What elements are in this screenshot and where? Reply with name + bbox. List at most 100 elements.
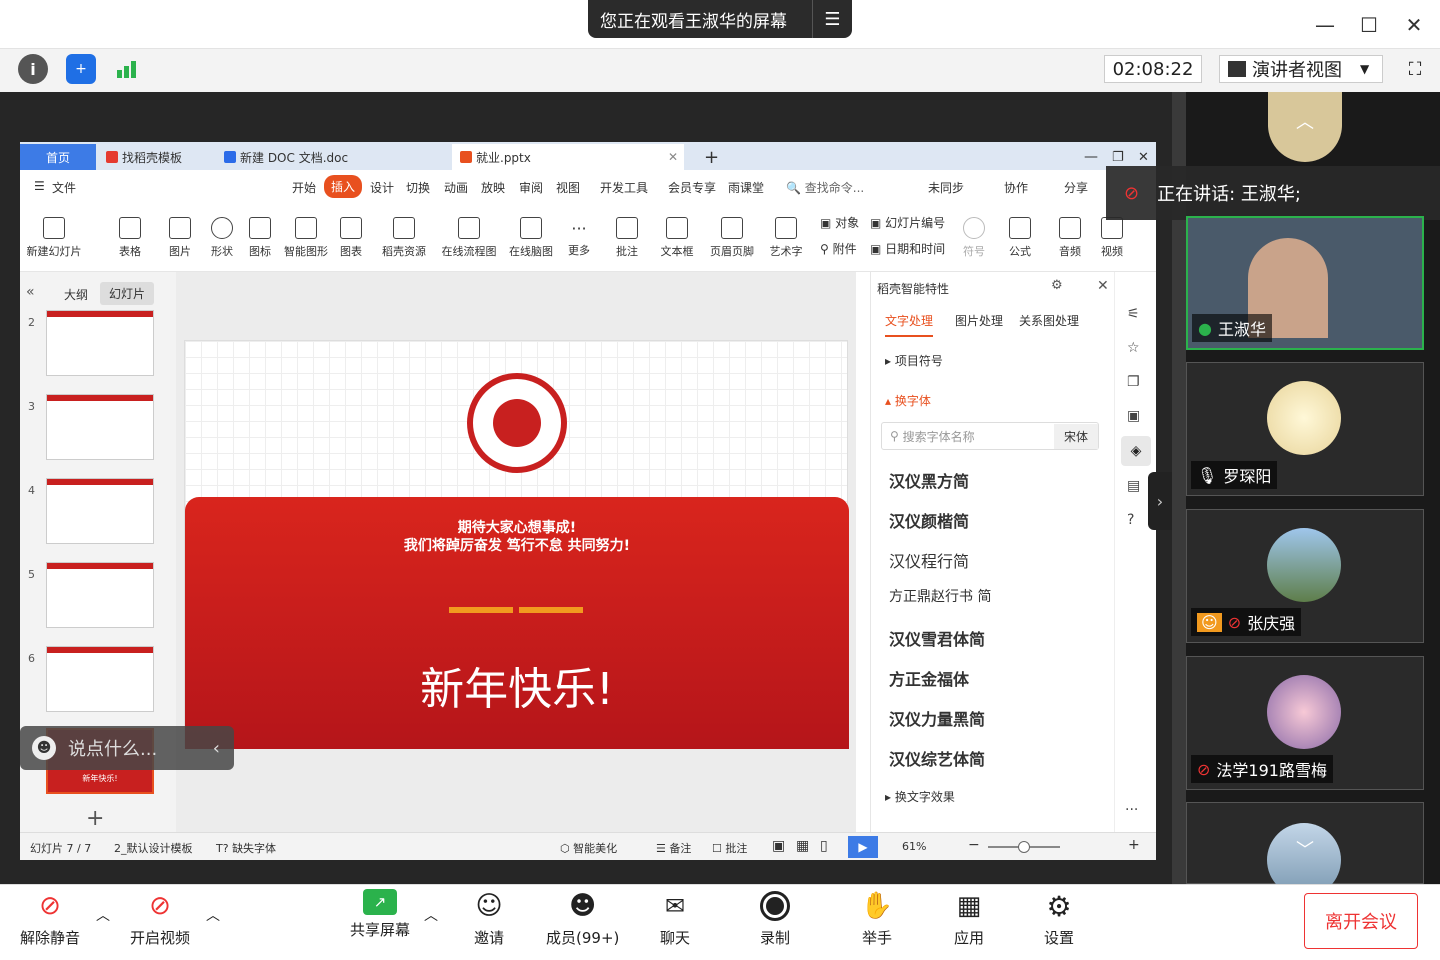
fullscreen-icon[interactable]: ⛶ xyxy=(1402,56,1428,82)
ribbon-object[interactable]: ▣ 对象 xyxy=(820,214,859,231)
chevron-up-icon[interactable]: ︿ xyxy=(424,905,438,925)
info-icon[interactable]: i xyxy=(18,54,48,84)
close-tab-icon[interactable]: ✕ xyxy=(668,150,678,164)
sync-status[interactable]: 未同步 xyxy=(928,179,964,196)
ribbon-formula[interactable]: 公式 xyxy=(998,204,1042,272)
zoom-level[interactable]: 61% xyxy=(902,840,926,853)
ribbon-comment[interactable]: 批注 xyxy=(602,204,652,272)
participant-tile[interactable]: ☺ ⊘ 张庆强 xyxy=(1186,509,1424,643)
raise-hand-button[interactable]: ✋ 举手 xyxy=(860,889,894,948)
chat-button[interactable]: ✉ 聊天 xyxy=(658,889,692,948)
share-screen-button[interactable]: ↗ 共享屏幕 xyxy=(350,889,410,940)
ribbon-symbol[interactable]: 符号 xyxy=(952,204,996,272)
add-slide-icon[interactable]: + xyxy=(86,806,104,831)
image-icon[interactable]: ▣ xyxy=(1127,408,1140,424)
notes-button[interactable]: ☰ 备注 xyxy=(656,840,691,856)
leave-meeting-button[interactable]: 离开会议 xyxy=(1304,893,1418,949)
record-button[interactable]: 录制 xyxy=(758,889,792,948)
menu-icon[interactable]: ☰ xyxy=(812,0,852,38)
tab-templates[interactable]: 找稻壳模板 xyxy=(98,144,212,170)
template-name[interactable]: 2_默认设计模板 xyxy=(114,840,193,856)
ribbon-mindmap[interactable]: 在线脑图 xyxy=(502,204,560,272)
font-search-input[interactable]: ⚲ 搜索字体名称 宋体 xyxy=(881,422,1099,450)
menu-view[interactable]: 视图 xyxy=(556,179,580,196)
slide-thumbnail[interactable] xyxy=(46,478,154,544)
tab-diagram-process[interactable]: 关系图处理 xyxy=(1019,312,1079,329)
ribbon-datetime[interactable]: ▣ 日期和时间 xyxy=(870,240,945,257)
tab-image-process[interactable]: 图片处理 xyxy=(955,312,1003,329)
apps-button[interactable]: ▦ 应用 xyxy=(952,889,986,948)
tab-outline[interactable]: 大纲 xyxy=(64,286,88,303)
share-button[interactable]: 分享 xyxy=(1064,179,1088,196)
shield-icon[interactable]: + xyxy=(66,54,96,84)
font-option[interactable]: 汉仪雪君体简 xyxy=(889,626,985,650)
tab-slides[interactable]: 幻灯片 xyxy=(100,282,155,305)
menu-home[interactable]: 开始 xyxy=(292,179,316,196)
slide[interactable]: 期待大家心想事成! 我们将踔厉奋发 笃行不怠 共同努力! 新年快乐! xyxy=(184,340,849,749)
new-tab-button[interactable]: + xyxy=(696,144,720,170)
members-button[interactable]: ☻ 成员(99+) xyxy=(546,889,619,948)
normal-view-icon[interactable]: ▣ xyxy=(772,838,785,854)
font-option[interactable]: 方正鼎赵行书 简 xyxy=(889,586,991,606)
minimize-button[interactable]: — xyxy=(1312,12,1338,38)
ribbon-wordart[interactable]: 艺术字 xyxy=(760,204,812,272)
map-icon[interactable]: ▤ xyxy=(1127,478,1140,494)
menu-member[interactable]: 会员专享 xyxy=(668,179,716,196)
font-option[interactable]: 汉仪力量黑简 xyxy=(889,706,985,730)
chevron-up-icon[interactable]: ︿ xyxy=(206,905,220,925)
menu-design[interactable]: 设计 xyxy=(370,179,394,196)
menu-transition[interactable]: 切换 xyxy=(406,179,430,196)
window-minimize-icon[interactable]: — xyxy=(1076,144,1100,170)
slide-thumbnail[interactable] xyxy=(46,646,154,712)
menu-slideshow[interactable]: 放映 xyxy=(481,179,505,196)
zoom-out-icon[interactable]: − xyxy=(968,837,980,853)
comments-button[interactable]: ☐ 批注 xyxy=(712,840,747,856)
font-option[interactable]: 汉仪程行简 xyxy=(889,548,969,572)
adjust-icon[interactable]: ⚟ xyxy=(1127,306,1140,322)
ribbon-textbox[interactable]: 文本框 xyxy=(652,204,702,272)
tab-doc[interactable]: 新建 DOC 文档.doc xyxy=(216,144,428,170)
chat-input-bubble[interactable]: ☻ 说点什么... ‹ xyxy=(20,726,234,770)
section-bullets[interactable]: ▸ 项目符号 xyxy=(885,352,943,369)
participant-tile[interactable]: ● 王淑华 xyxy=(1186,216,1424,350)
tab-text-process[interactable]: 文字处理 xyxy=(885,312,934,337)
settings-button[interactable]: ⚙ 设置 xyxy=(1042,889,1076,948)
slide-thumbnail[interactable] xyxy=(46,562,154,628)
unmute-button[interactable]: ⊘ 解除静音 xyxy=(20,889,80,948)
ribbon-attachment[interactable]: ⚲ 附件 xyxy=(820,240,857,257)
signal-icon[interactable] xyxy=(112,54,142,84)
close-pane-icon[interactable]: ✕ xyxy=(1097,278,1109,294)
start-video-button[interactable]: ⊘ 开启视频 xyxy=(130,889,190,948)
participant-tile[interactable]: 🎙 罗琛阳 xyxy=(1186,362,1424,496)
ribbon-chart[interactable]: 图表 xyxy=(326,204,376,272)
slide-thumbnail[interactable] xyxy=(46,310,154,376)
ribbon-more[interactable]: ··· 更多 xyxy=(554,204,604,272)
close-button[interactable]: ✕ xyxy=(1401,12,1427,38)
font-option[interactable]: 汉仪颜楷简 xyxy=(889,508,969,532)
share-banner[interactable]: 您正在观看王淑华的屏幕 ☰ xyxy=(588,0,852,38)
emoji-icon[interactable]: ☻ xyxy=(32,736,56,760)
invite-button[interactable]: ☺ 邀请 xyxy=(472,889,506,948)
participant-tile[interactable]: ⊘ 法学191路雪梅 xyxy=(1186,656,1424,790)
ribbon-table[interactable]: 表格 xyxy=(104,204,156,272)
star-icon[interactable]: ☆ xyxy=(1127,340,1140,356)
more-options-icon[interactable]: ··· xyxy=(1125,802,1138,818)
menu-rainclass[interactable]: 雨课堂 xyxy=(728,179,764,196)
section-fonts[interactable]: ▴ 换字体 xyxy=(885,392,931,409)
font-option[interactable]: 汉仪综艺体简 xyxy=(889,746,985,770)
zoom-in-icon[interactable]: + xyxy=(1128,837,1140,853)
menu-animation[interactable]: 动画 xyxy=(444,179,468,196)
zoom-slider-handle[interactable] xyxy=(1018,841,1030,853)
font-option[interactable]: 方正金福体 xyxy=(889,666,969,690)
tab-home[interactable]: 首页 xyxy=(20,144,96,170)
smart-beautify[interactable]: ⬡ 智能美化 xyxy=(560,840,617,856)
hamburger-icon[interactable]: ☰ xyxy=(34,179,45,193)
missing-font[interactable]: T? 缺失字体 xyxy=(216,840,276,856)
grid-view-icon[interactable]: ▦ xyxy=(796,838,809,854)
collapse-gallery-icon[interactable]: › xyxy=(1148,472,1172,530)
menu-insert[interactable]: 插入 xyxy=(324,175,363,198)
gear-icon[interactable]: ⚙ xyxy=(1051,278,1063,293)
section-text-effects[interactable]: ▸ 换文字效果 xyxy=(885,788,955,805)
menu-file[interactable]: 文件 xyxy=(52,179,76,196)
tab-pptx[interactable]: 就业.pptx ✕ xyxy=(452,144,684,170)
